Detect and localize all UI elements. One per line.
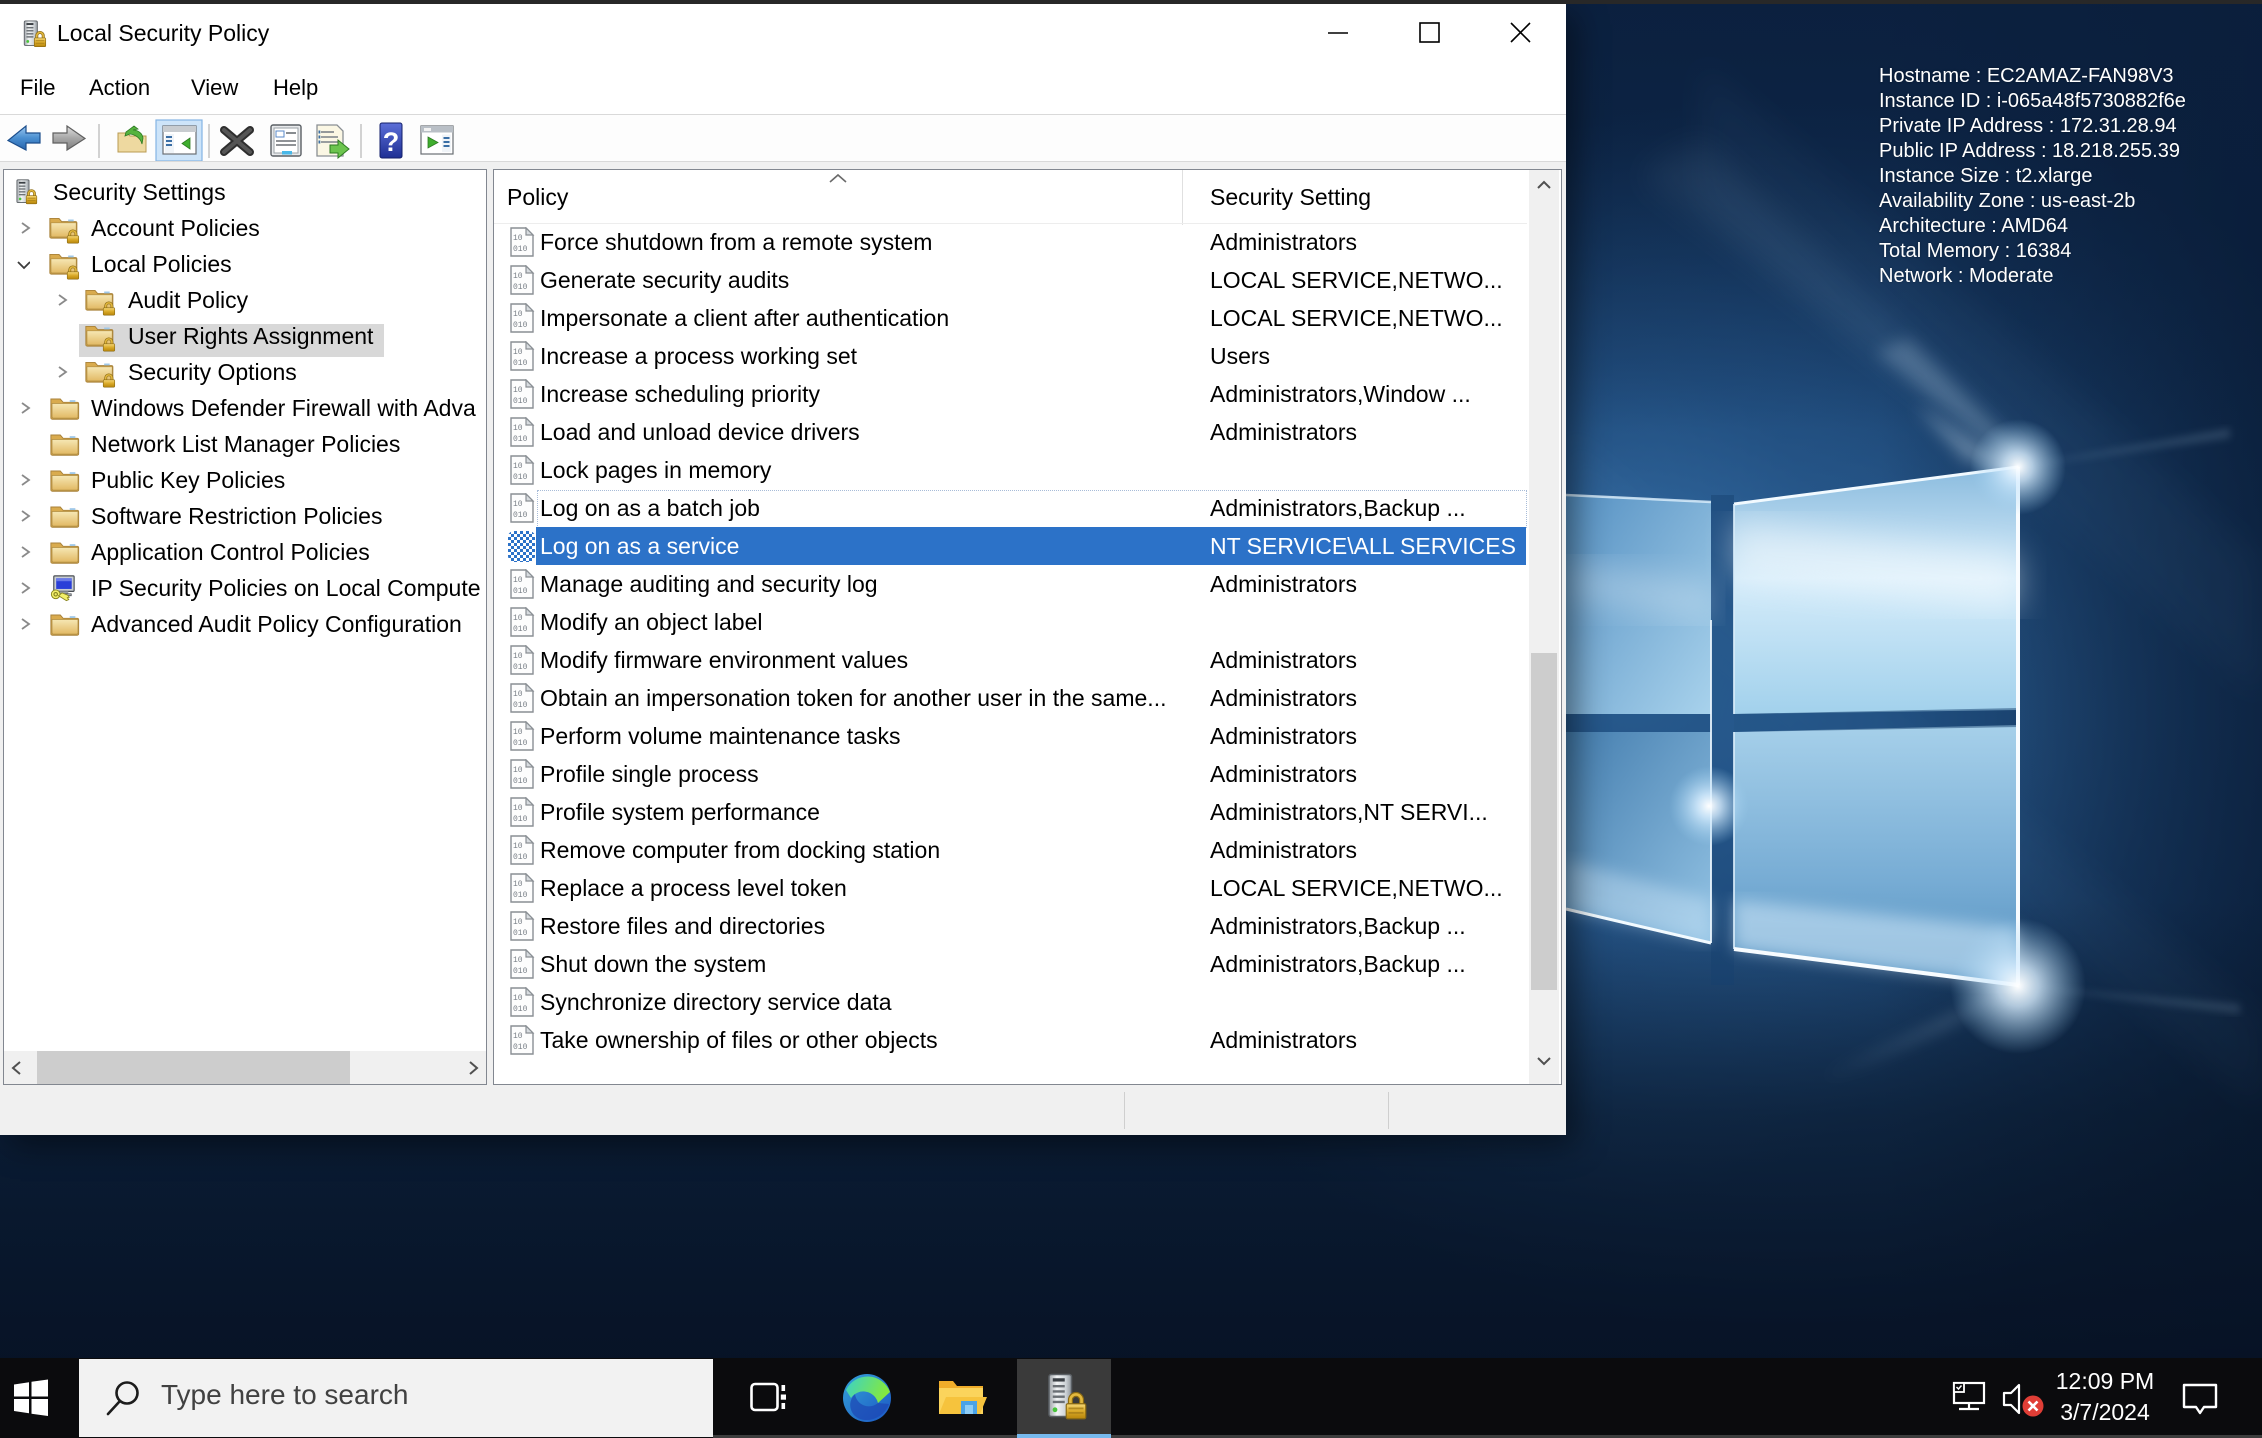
svg-text:?: ? [383,127,400,157]
